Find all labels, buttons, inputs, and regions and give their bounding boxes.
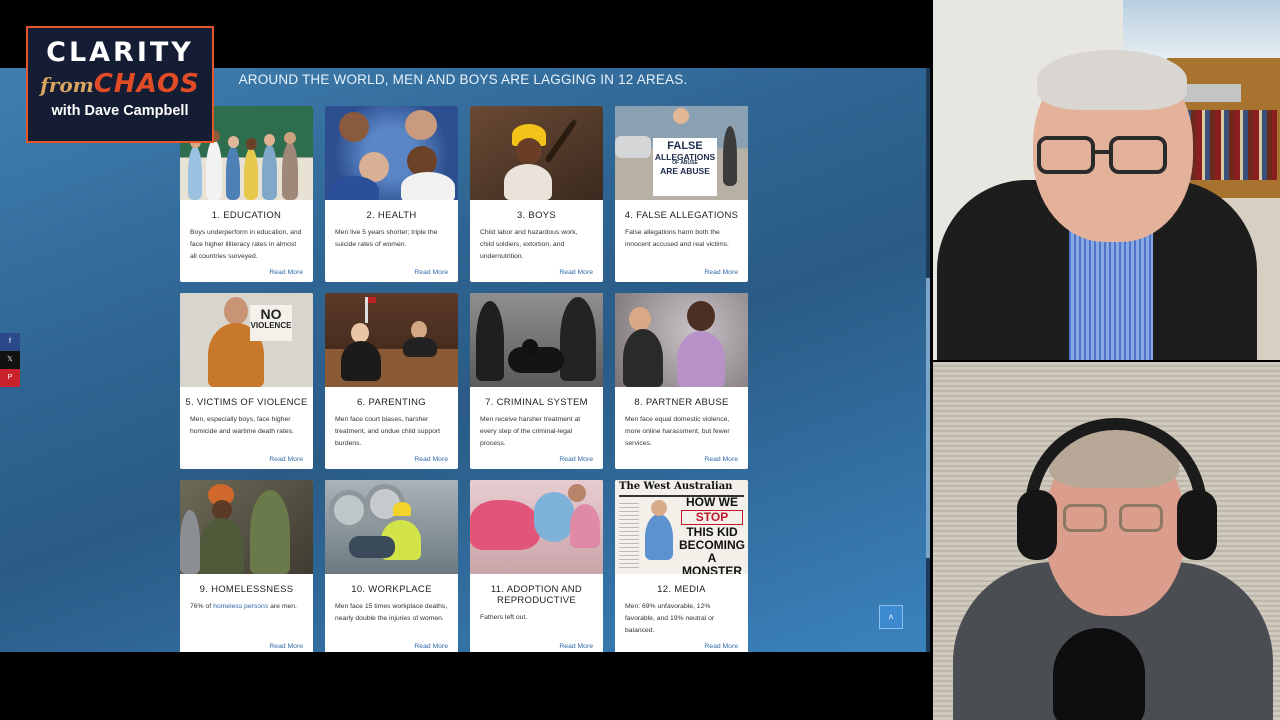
- read-more-link[interactable]: Read More: [559, 643, 593, 650]
- card-description: Men live 5 years shorter; triple the sui…: [335, 229, 438, 248]
- card-description: Men receive harsher treatment at every s…: [480, 416, 581, 447]
- read-more-link[interactable]: Read More: [559, 456, 593, 463]
- card-adoption-reproductive[interactable]: 11. ADOPTION AND REPRODUCTIVE Fathers le…: [470, 480, 603, 652]
- read-more-link[interactable]: Read More: [414, 456, 448, 463]
- homeless-persons-link[interactable]: homeless persons: [213, 603, 268, 610]
- card-description: 76% of homeless persons are men.: [190, 603, 297, 610]
- card-description: Men face 15 times workplace deaths, near…: [335, 603, 448, 622]
- card-title: 9. HOMELESSNESS: [199, 584, 294, 595]
- card-victims-of-violence[interactable]: NO VIOLENCE 5. VICTIMS OF VIOLENCE Men, …: [180, 293, 313, 469]
- scrollbar-thumb[interactable]: [926, 278, 930, 558]
- card-title: 11. ADOPTION AND REPRODUCTIVE: [490, 584, 583, 606]
- card-title: 7. CRIMINAL SYSTEM: [485, 397, 588, 408]
- card-description: Men face court biases, harsher treatment…: [335, 416, 441, 447]
- read-more-link[interactable]: Read More: [704, 269, 738, 276]
- card-title: 4. FALSE ALLEGATIONS: [624, 210, 739, 221]
- card-description: Men: 69% unfavorable, 12% favorable, and…: [625, 603, 715, 634]
- facebook-share-icon[interactable]: f: [0, 333, 20, 351]
- logo-host: with Dave Campbell: [51, 103, 189, 119]
- back-to-top-button[interactable]: ˄: [879, 605, 903, 629]
- pinterest-share-icon[interactable]: P: [0, 369, 20, 387]
- card-title: 5. VICTIMS OF VIOLENCE: [185, 397, 308, 408]
- card-homelessness[interactable]: 9. HOMELESSNESS 76% of homeless persons …: [180, 480, 313, 652]
- read-more-link[interactable]: Read More: [414, 643, 448, 650]
- webcam-guest: [933, 0, 1280, 360]
- show-logo: CLARITY fromCHAOS with Dave Campbell: [26, 26, 214, 143]
- page-scrollbar[interactable]: [926, 68, 930, 652]
- violence-image: NO VIOLENCE: [180, 293, 313, 387]
- read-more-link[interactable]: Read More: [704, 643, 738, 650]
- x-share-icon[interactable]: 𝕏: [0, 351, 20, 369]
- card-description: Child labor and hazardous work, child so…: [480, 229, 578, 260]
- health-image: [325, 106, 458, 200]
- card-title: 1. EDUCATION: [211, 210, 282, 221]
- card-title: 6. PARENTING: [357, 397, 426, 408]
- card-description: Fathers left out.: [480, 614, 528, 621]
- video-call-frame: AROUND THE WORLD, MEN AND BOYS ARE LAGGI…: [0, 0, 1280, 720]
- card-criminal-system[interactable]: 7. CRIMINAL SYSTEM Men receive harsher t…: [470, 293, 603, 469]
- newspaper-masthead: The West Australian: [619, 481, 733, 492]
- areas-grid: 1. EDUCATION Boys underperform in educat…: [180, 106, 748, 652]
- card-description: Boys underperform in education, and face…: [190, 229, 302, 260]
- webcam-host: [933, 362, 1280, 720]
- logo-clarity: CLARITY: [46, 37, 194, 68]
- card-description: Men face equal domestic violence, more o…: [625, 416, 730, 447]
- partner-abuse-image: [615, 293, 748, 387]
- card-health[interactable]: 2. HEALTH Men live 5 years shorter; trip…: [325, 106, 458, 282]
- logo-from-chaos: fromCHAOS: [40, 69, 200, 99]
- read-more-link[interactable]: Read More: [704, 456, 738, 463]
- card-title: 3. BOYS: [516, 210, 557, 221]
- card-title: 10. WORKPLACE: [351, 584, 432, 595]
- shared-screen-webpage: AROUND THE WORLD, MEN AND BOYS ARE LAGGI…: [0, 68, 930, 652]
- card-title: 8. PARTNER ABUSE: [634, 397, 729, 408]
- card-description: Men, especially boys, face higher homici…: [190, 416, 294, 435]
- read-more-link[interactable]: Read More: [269, 269, 303, 276]
- protest-sign: FALSE ALLEGATIONS OF ABUSE ARE ABUSE: [653, 138, 717, 196]
- no-violence-sign: NO VIOLENCE: [250, 305, 292, 341]
- card-parenting[interactable]: 6. PARENTING Men face court biases, hars…: [325, 293, 458, 469]
- homelessness-image: [180, 480, 313, 574]
- card-false-allegations[interactable]: FALSE ALLEGATIONS OF ABUSE ARE ABUSE 4. …: [615, 106, 748, 282]
- read-more-link[interactable]: Read More: [269, 643, 303, 650]
- parenting-image: [325, 293, 458, 387]
- criminal-system-image: [470, 293, 603, 387]
- card-description: False allegations harm both the innocent…: [625, 229, 729, 248]
- workplace-image: [325, 480, 458, 574]
- false-allegations-image: FALSE ALLEGATIONS OF ABUSE ARE ABUSE: [615, 106, 748, 200]
- adoption-image: [470, 480, 603, 574]
- read-more-link[interactable]: Read More: [414, 269, 448, 276]
- card-boys[interactable]: 3. BOYS Child labor and hazardous work, …: [470, 106, 603, 282]
- card-media[interactable]: The West Australian HOW WE STOP THIS KID…: [615, 480, 748, 652]
- read-more-link[interactable]: Read More: [559, 269, 593, 276]
- card-title: 2. HEALTH: [366, 210, 417, 221]
- card-workplace[interactable]: 10. WORKPLACE Men face 15 times workplac…: [325, 480, 458, 652]
- boys-image: [470, 106, 603, 200]
- card-title: 12. MEDIA: [657, 584, 706, 595]
- read-more-link[interactable]: Read More: [269, 456, 303, 463]
- card-partner-abuse[interactable]: 8. PARTNER ABUSE Men face equal domestic…: [615, 293, 748, 469]
- newspaper-image: The West Australian HOW WE STOP THIS KID…: [615, 480, 748, 574]
- page-headline: AROUND THE WORLD, MEN AND BOYS ARE LAGGI…: [238, 72, 688, 87]
- newspaper-headline: HOW WE STOP THIS KID BECOMING A MONSTER: [679, 495, 745, 575]
